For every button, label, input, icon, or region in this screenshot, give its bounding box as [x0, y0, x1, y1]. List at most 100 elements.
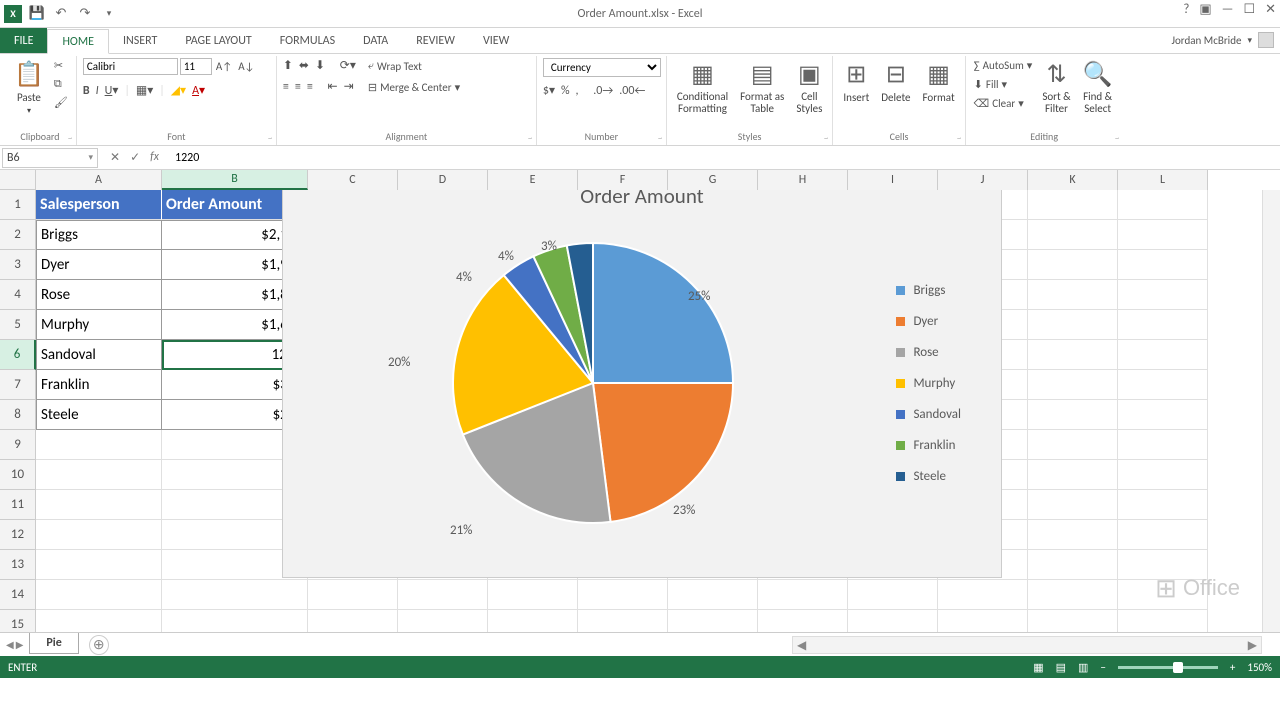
row-header-7[interactable]: 7 — [0, 370, 36, 400]
pie-slice-dyer[interactable] — [593, 383, 733, 522]
cancel-edit-icon[interactable]: ✕ — [110, 150, 120, 165]
tab-insert[interactable]: INSERT — [109, 28, 171, 53]
cell-L8[interactable] — [1118, 400, 1208, 430]
cell-K6[interactable] — [1028, 340, 1118, 370]
col-header-C[interactable]: C — [308, 170, 398, 190]
cell-K9[interactable] — [1028, 430, 1118, 460]
cell-A12[interactable] — [36, 520, 162, 550]
confirm-edit-icon[interactable]: ✓ — [130, 150, 140, 165]
row-header-13[interactable]: 13 — [0, 550, 36, 580]
fill-color-icon[interactable]: ◢▾ — [171, 83, 186, 98]
cell-F15[interactable] — [578, 610, 668, 632]
tab-pagelayout[interactable]: PAGE LAYOUT — [171, 28, 265, 53]
tab-data[interactable]: DATA — [349, 28, 402, 53]
border-icon[interactable]: ▦▾ — [136, 83, 153, 98]
cell-L5[interactable] — [1118, 310, 1208, 340]
cell-K14[interactable] — [1028, 580, 1118, 610]
legend-item-briggs[interactable]: Briggs — [896, 283, 961, 298]
redo-icon[interactable]: ↷ — [76, 5, 94, 23]
cell-A4[interactable]: Rose — [36, 280, 162, 310]
help-icon[interactable]: ? — [1183, 2, 1189, 17]
cell-L15[interactable] — [1118, 610, 1208, 632]
zoom-level[interactable]: 150% — [1247, 661, 1272, 674]
save-icon[interactable]: 💾 — [28, 5, 46, 23]
cell-E15[interactable] — [488, 610, 578, 632]
tab-review[interactable]: REVIEW — [402, 28, 469, 53]
cell-G15[interactable] — [668, 610, 758, 632]
cell-L4[interactable] — [1118, 280, 1208, 310]
legend-item-franklin[interactable]: Franklin — [896, 438, 961, 453]
row-header-9[interactable]: 9 — [0, 430, 36, 460]
col-header-I[interactable]: I — [848, 170, 938, 190]
cell-K13[interactable] — [1028, 550, 1118, 580]
cell-L12[interactable] — [1118, 520, 1208, 550]
autosum-button[interactable]: ∑ AutoSum ▾ — [972, 58, 1035, 73]
cell-K2[interactable] — [1028, 220, 1118, 250]
sheet-nav[interactable]: ◀▶ — [0, 638, 29, 651]
legend-item-steele[interactable]: Steele — [896, 469, 961, 484]
row-header-6[interactable]: 6 — [0, 340, 36, 370]
cell-A8[interactable]: Steele — [36, 400, 162, 430]
ribbon-display-icon[interactable]: ▣ — [1199, 2, 1211, 17]
cell-styles-button[interactable]: ▣Cell Styles — [792, 58, 826, 117]
cell-K3[interactable] — [1028, 250, 1118, 280]
cell-L7[interactable] — [1118, 370, 1208, 400]
maximize-icon[interactable]: ☐ — [1243, 2, 1255, 17]
row-header-10[interactable]: 10 — [0, 460, 36, 490]
cell-D15[interactable] — [398, 610, 488, 632]
delete-button[interactable]: ⊟Delete — [877, 58, 914, 106]
font-color-icon[interactable]: A▾ — [192, 83, 205, 98]
undo-icon[interactable]: ↶ — [52, 5, 70, 23]
tab-view[interactable]: VIEW — [469, 28, 523, 53]
pie-chart[interactable]: Order Amount 25%23%21%20%4%4%3% BriggsDy… — [282, 172, 1002, 578]
cell-L11[interactable] — [1118, 490, 1208, 520]
align-left-icon[interactable]: ≡ — [283, 80, 289, 94]
col-header-E[interactable]: E — [488, 170, 578, 190]
sheet-tab-pie[interactable]: Pie — [29, 633, 78, 654]
cell-L10[interactable] — [1118, 460, 1208, 490]
currency-icon[interactable]: $▾ — [543, 83, 555, 98]
horizontal-scrollbar[interactable]: ◀▶ — [792, 636, 1262, 654]
bold-icon[interactable]: B — [83, 84, 90, 98]
cell-A14[interactable] — [36, 580, 162, 610]
legend-item-rose[interactable]: Rose — [896, 345, 961, 360]
cell-K7[interactable] — [1028, 370, 1118, 400]
cell-B14[interactable] — [162, 580, 308, 610]
cell-D14[interactable] — [398, 580, 488, 610]
row-header-4[interactable]: 4 — [0, 280, 36, 310]
tab-formulas[interactable]: FORMULAS — [266, 28, 349, 53]
align-right-icon[interactable]: ≡ — [307, 80, 313, 94]
fill-button[interactable]: ⬇ Fill ▾ — [972, 77, 1035, 92]
align-bottom-icon[interactable]: ⬇ — [315, 58, 325, 73]
insert-button[interactable]: ⊞Insert — [839, 58, 873, 106]
fx-icon[interactable]: fx — [150, 150, 159, 165]
minimize-icon[interactable]: — — [1222, 2, 1234, 17]
formula-input[interactable] — [169, 149, 1280, 167]
cell-H15[interactable] — [758, 610, 848, 632]
format-button[interactable]: ▦Format — [918, 58, 958, 106]
col-header-F[interactable]: F — [578, 170, 668, 190]
format-as-table-button[interactable]: ▤Format as Table — [736, 58, 788, 117]
align-middle-icon[interactable]: ⬌ — [299, 58, 309, 73]
find-select-button[interactable]: 🔍Find & Select — [1079, 58, 1117, 117]
clear-button[interactable]: ⌫ Clear ▾ — [972, 96, 1035, 111]
row-header-12[interactable]: 12 — [0, 520, 36, 550]
align-top-icon[interactable]: ⬆ — [283, 58, 293, 73]
col-header-H[interactable]: H — [758, 170, 848, 190]
cell-C14[interactable] — [308, 580, 398, 610]
increase-indent-icon[interactable]: ⇥ — [344, 79, 354, 94]
cell-L1[interactable] — [1118, 190, 1208, 220]
cell-A11[interactable] — [36, 490, 162, 520]
cell-K8[interactable] — [1028, 400, 1118, 430]
col-header-G[interactable]: G — [668, 170, 758, 190]
cell-L3[interactable] — [1118, 250, 1208, 280]
underline-icon[interactable]: U▾ — [105, 83, 119, 98]
col-header-L[interactable]: L — [1118, 170, 1208, 190]
row-header-11[interactable]: 11 — [0, 490, 36, 520]
cell-K10[interactable] — [1028, 460, 1118, 490]
cell-K4[interactable] — [1028, 280, 1118, 310]
cell-A7[interactable]: Franklin — [36, 370, 162, 400]
font-size-select[interactable] — [180, 58, 212, 75]
zoom-out-icon[interactable]: − — [1100, 661, 1105, 674]
cell-K12[interactable] — [1028, 520, 1118, 550]
